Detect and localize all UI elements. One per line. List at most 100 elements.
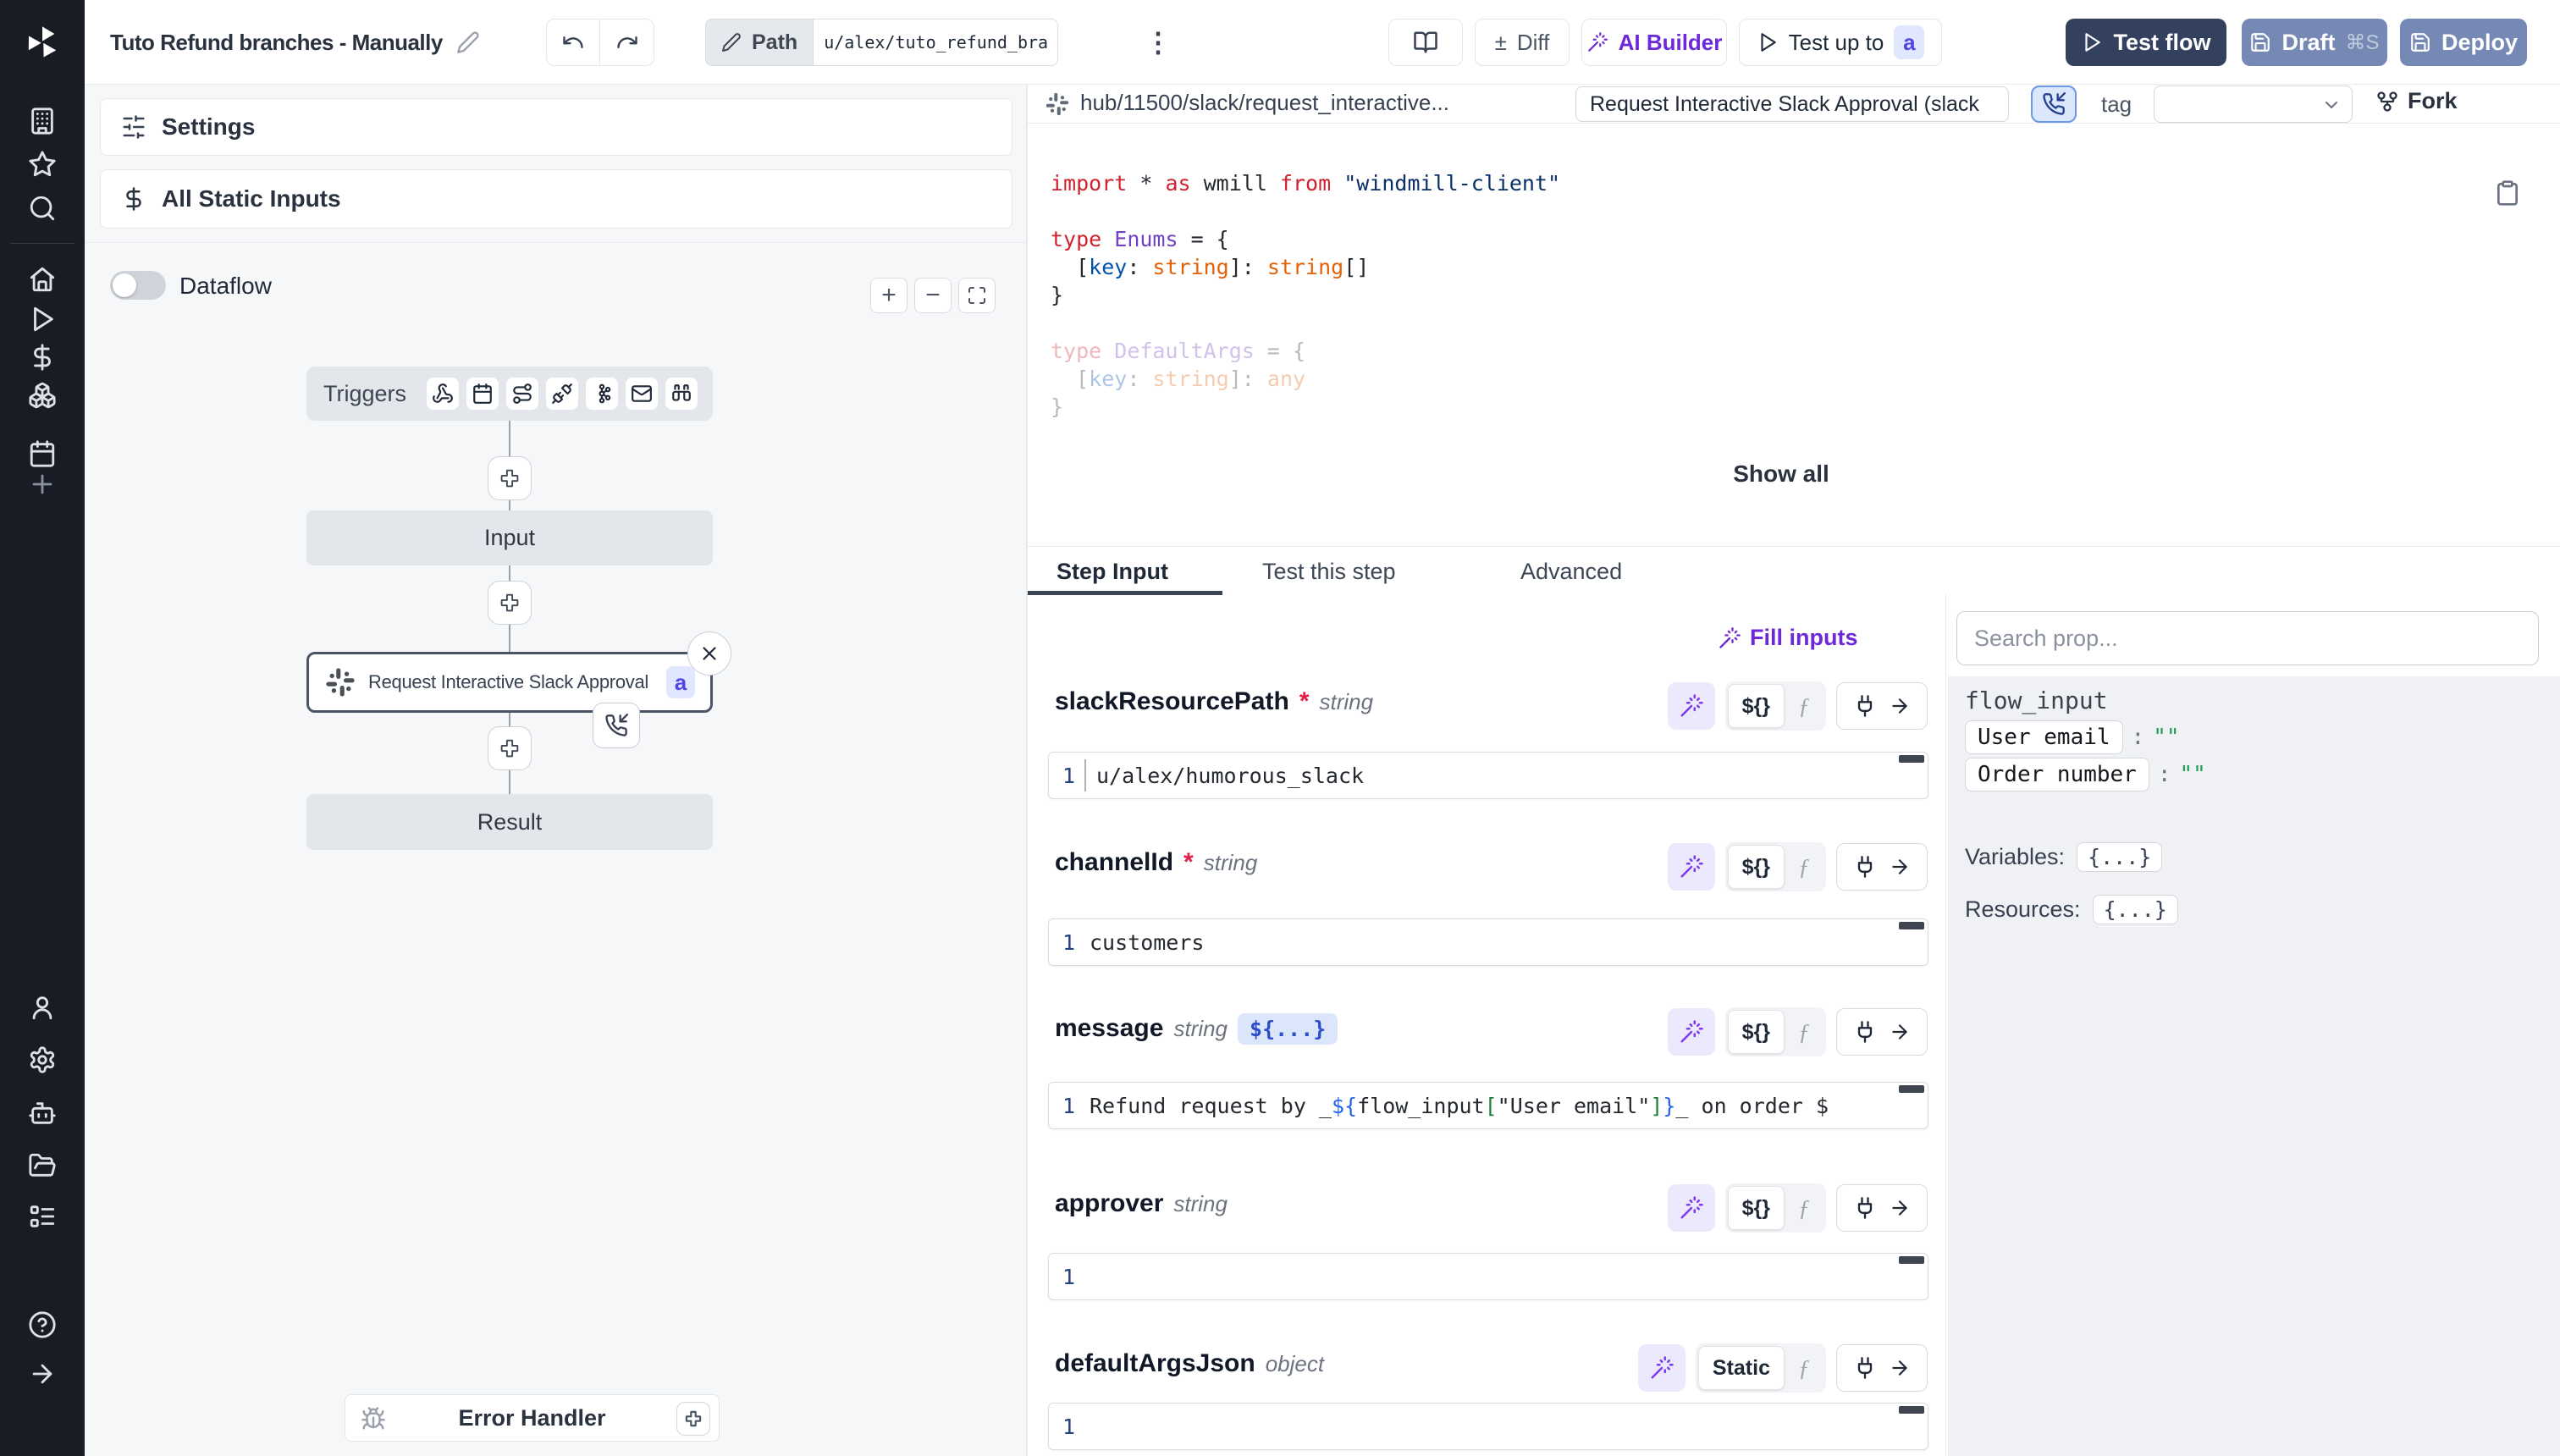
ai-fill-wand-button[interactable] (1668, 1184, 1715, 1232)
add-error-handler-button[interactable] (676, 1402, 710, 1436)
undo-button[interactable] (546, 19, 600, 66)
function-mode-button[interactable]: ƒ (1785, 693, 1823, 720)
editor-scrollbar[interactable] (1899, 922, 1924, 929)
step-summary-input[interactable] (1575, 86, 2009, 122)
function-mode-button[interactable]: ƒ (1785, 1355, 1823, 1382)
tab-advanced[interactable]: Advanced (1520, 559, 1622, 585)
connect-input-button[interactable] (1836, 1008, 1928, 1056)
tag-select[interactable] (2154, 85, 2353, 123)
folders-icon[interactable] (26, 1150, 58, 1182)
error-handler-node[interactable]: Error Handler (345, 1394, 720, 1442)
schedule-trigger-icon[interactable] (466, 378, 499, 410)
template-mode-button[interactable]: ${} (1728, 684, 1785, 728)
edit-title-pencil-icon[interactable] (456, 30, 480, 54)
deploy-button[interactable]: Deploy (2400, 19, 2527, 66)
favorites-star-icon[interactable] (26, 148, 58, 180)
prop-search-input[interactable] (1956, 611, 2539, 665)
runs-icon[interactable] (26, 303, 58, 335)
windmill-logo[interactable] (0, 0, 85, 85)
flow-settings-row[interactable]: Settings (100, 98, 1012, 156)
ai-builder-button[interactable]: AI Builder (1581, 19, 1727, 66)
field-editor-defaultArgsJson[interactable]: 1 (1048, 1403, 1928, 1450)
zoom-in-button[interactable]: + (870, 278, 908, 313)
triggers-node[interactable]: Triggers (306, 367, 713, 421)
collapse-sidebar-icon[interactable] (26, 1358, 58, 1390)
editor-scrollbar[interactable] (1899, 1085, 1924, 1093)
tab-test-this-step[interactable]: Test this step (1262, 559, 1396, 585)
add-icon[interactable] (26, 468, 58, 500)
input-node[interactable]: Input (306, 510, 713, 565)
field-editor-message[interactable]: 1 Refund request by _${flow_input["User … (1048, 1082, 1928, 1129)
logs-list-icon[interactable] (26, 1200, 58, 1233)
websocket-trigger-icon[interactable] (546, 378, 578, 410)
kafka-trigger-icon[interactable] (586, 378, 618, 410)
dataflow-toggle[interactable] (110, 271, 166, 300)
result-node[interactable]: Result (306, 794, 713, 850)
variables-icon[interactable] (26, 341, 58, 373)
webhook-trigger-icon[interactable] (427, 378, 459, 410)
workspace-icon[interactable] (26, 105, 58, 137)
prop-chip-order-number[interactable]: Order number (1965, 758, 2149, 791)
connect-input-button[interactable] (1836, 1184, 1928, 1232)
fork-button[interactable]: Fork (2375, 88, 2458, 114)
function-mode-button[interactable]: ƒ (1785, 1195, 1823, 1222)
variables-expand-chip[interactable]: {...} (2077, 842, 2162, 872)
suspend-phone-toggle[interactable] (2031, 85, 2077, 123)
path-input[interactable] (813, 19, 1058, 66)
insert-step-button[interactable] (488, 581, 532, 625)
all-static-inputs-row[interactable]: All Static Inputs (100, 169, 1012, 229)
more-options-kebab[interactable]: ⋮ (1141, 19, 1175, 66)
fit-view-button[interactable] (958, 278, 996, 313)
ai-fill-wand-button[interactable] (1668, 1008, 1715, 1056)
resources-icon[interactable] (26, 379, 58, 411)
ai-bot-icon[interactable] (26, 1097, 58, 1129)
schedules-icon[interactable] (26, 438, 58, 470)
prop-chip-user-email[interactable]: User email (1965, 720, 2123, 754)
test-up-to-button[interactable]: Test up to a (1739, 19, 1942, 66)
search-icon[interactable] (26, 192, 58, 224)
template-mode-button[interactable]: ${} (1728, 1010, 1785, 1054)
field-editor-approver[interactable]: 1 (1048, 1253, 1928, 1300)
settings-gear-icon[interactable] (26, 1044, 58, 1076)
redo-button[interactable] (600, 19, 654, 66)
users-icon[interactable] (26, 991, 58, 1023)
editor-scrollbar[interactable] (1899, 1406, 1924, 1414)
remove-step-close-icon[interactable] (687, 631, 731, 676)
editor-scrollbar[interactable] (1899, 1256, 1924, 1264)
insert-step-button[interactable] (488, 456, 532, 500)
help-icon[interactable] (26, 1309, 58, 1341)
ai-fill-wand-button[interactable] (1668, 682, 1715, 730)
editor-scrollbar[interactable] (1899, 755, 1924, 763)
scheduled-poll-trigger-icon[interactable] (665, 378, 698, 410)
template-mode-button[interactable]: ${} (1728, 1186, 1785, 1230)
tab-step-input[interactable]: Step Input (1057, 559, 1168, 585)
docs-book-button[interactable] (1388, 19, 1463, 66)
slack-approval-step-node[interactable]: Request Interactive Slack Approval (... … (306, 652, 713, 713)
fill-inputs-button[interactable]: Fill inputs (1718, 625, 1858, 651)
suspend-approval-phone-icon[interactable] (593, 703, 640, 748)
copy-code-icon[interactable] (2494, 179, 2528, 213)
test-flow-button[interactable]: Test flow (2066, 19, 2226, 66)
template-mode-button[interactable]: ${} (1728, 845, 1785, 889)
resources-expand-chip[interactable]: {...} (2093, 895, 2178, 924)
static-mode-button[interactable]: Static (1698, 1346, 1785, 1390)
field-editor-channelId[interactable]: 1 customers (1048, 918, 1928, 966)
flow-input-root[interactable]: flow_input (1965, 687, 2108, 714)
connect-input-button[interactable] (1836, 682, 1928, 730)
connect-input-button[interactable] (1836, 1344, 1928, 1392)
email-trigger-icon[interactable] (626, 378, 658, 410)
home-icon[interactable] (26, 263, 58, 295)
show-all-code-button[interactable]: Show all (1028, 461, 2535, 488)
ai-fill-wand-button[interactable] (1668, 843, 1715, 891)
field-editor-slackResourcePath[interactable]: 1 u/alex/humorous_slack (1048, 752, 1928, 799)
http-route-trigger-icon[interactable] (506, 378, 538, 410)
diff-button[interactable]: ± Diff (1475, 19, 1570, 66)
hub-script-path[interactable]: hub/11500/slack/request_interactive... (1080, 90, 1449, 116)
draft-button[interactable]: Draft ⌘S (2242, 19, 2387, 66)
connect-input-button[interactable] (1836, 843, 1928, 891)
function-mode-button[interactable]: ƒ (1785, 1019, 1823, 1045)
function-mode-button[interactable]: ƒ (1785, 854, 1823, 880)
ai-fill-wand-button[interactable] (1638, 1344, 1686, 1392)
insert-step-button[interactable] (488, 726, 532, 770)
zoom-out-button[interactable]: − (914, 278, 952, 313)
